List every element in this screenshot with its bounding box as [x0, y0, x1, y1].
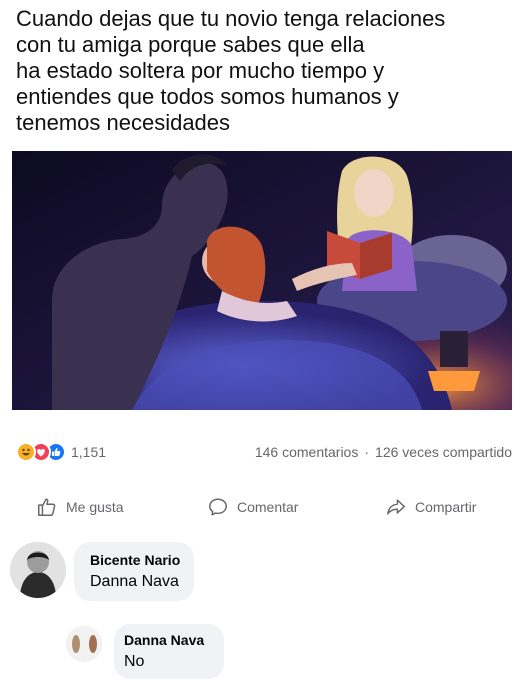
- caption-line: ha estado soltera por mucho tiempo y: [16, 58, 385, 83]
- post-stats: 1,151 146 comentarios · 126 veces compar…: [16, 441, 516, 463]
- comment: Bicente Nario Danna Nava: [10, 542, 195, 601]
- share-arrow-icon: [387, 499, 405, 515]
- comment-bubble-icon: [209, 498, 227, 516]
- shares-count-link[interactable]: 126 veces compartido: [375, 444, 512, 460]
- stats-separator: ·: [364, 444, 370, 460]
- caption-line: entiendes que todos somos humanos y: [16, 84, 399, 109]
- reply-comment: Danna Nava No: [66, 624, 224, 679]
- post-image[interactable]: [12, 151, 512, 410]
- comment-author[interactable]: Danna Nava: [124, 632, 210, 648]
- comment-button-label: Comentar: [237, 499, 299, 515]
- post-caption: Cuando dejas que tu novio tenga relacion…: [16, 6, 516, 136]
- thumbs-up-icon: [38, 498, 56, 516]
- comment-text: No: [124, 653, 145, 670]
- illustration: [12, 151, 512, 410]
- comment-author[interactable]: Bicente Nario: [90, 552, 180, 568]
- avatar[interactable]: [10, 542, 66, 598]
- caption-line: Cuando dejas que tu novio tenga relacion…: [16, 6, 446, 31]
- comment-button[interactable]: Comentar: [207, 490, 298, 524]
- reactions-summary[interactable]: 1,151: [16, 441, 106, 463]
- comment-bubble: Danna Nava No: [114, 624, 224, 679]
- reaction-count: 1,151: [71, 444, 107, 460]
- caption-line: tenemos necesidades: [16, 110, 231, 135]
- avatar[interactable]: [66, 626, 102, 662]
- like-button-label: Me gusta: [66, 499, 124, 515]
- comment-bubble: Bicente Nario Danna Nava: [74, 542, 195, 601]
- caption-line: con tu amiga porque sabes que ella: [16, 32, 365, 57]
- haha-icon: [16, 442, 36, 462]
- engagement-stats: 146 comentarios · 126 veces compartido: [255, 441, 512, 463]
- comments-count-link[interactable]: 146 comentarios: [255, 444, 359, 460]
- like-button[interactable]: Me gusta: [36, 490, 124, 524]
- share-button[interactable]: Compartir: [385, 490, 476, 524]
- comment-text: Danna Nava: [90, 573, 179, 590]
- share-button-label: Compartir: [415, 499, 477, 515]
- facebook-post: Cuando dejas que tu novio tenga relacion…: [0, 0, 526, 692]
- post-actions-bar: Me gusta Comentar Compartir: [0, 490, 526, 524]
